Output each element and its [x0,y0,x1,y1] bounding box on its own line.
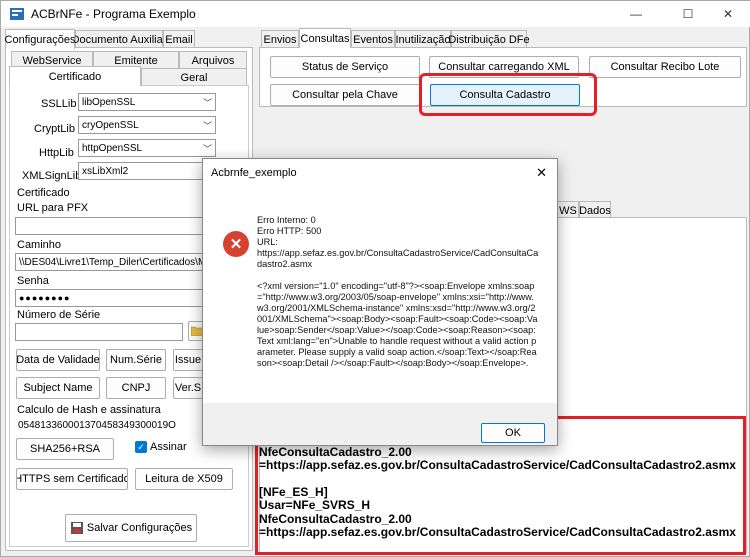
httplib-label: HttpLib [39,147,74,159]
tab-inutilizacao[interactable]: Inutilização [395,30,451,48]
assinar-label: Assinar [150,441,187,453]
tab-configuracoes[interactable]: Configurações [5,29,75,49]
dialog-title-bar: Acbrnfe_exemplo ✕ [203,159,557,187]
subtab-arquivos[interactable]: Arquivos [179,51,247,69]
salvar-configuracoes-button[interactable]: Salvar Configurações [65,514,197,542]
httplib-value: httpOpenSSL [82,142,143,154]
tab-documento-auxiliar[interactable]: Documento Auxiliar [72,30,166,48]
url-pfx-input[interactable] [15,217,205,235]
tab-envios[interactable]: Envios [261,30,299,48]
consultar-recibo-lote-button[interactable]: Consultar Recibo Lote [589,56,741,78]
ssllib-label: SSLLib [41,98,77,110]
tab-consultas[interactable]: Consultas [299,28,351,48]
main-window: ACBrNFe - Programa Exemplo — ☐ ✕ Configu… [0,0,750,557]
certificado-group-label: Certificado [17,187,70,199]
error-dialog: Acbrnfe_exemplo ✕ ✕ Erro Interno: 0 Erro… [202,158,558,446]
hash-value: 054813360001370458349300019O [18,419,176,431]
title-bar: ACBrNFe - Programa Exemplo — ☐ ✕ [1,1,750,27]
minimize-button[interactable]: — [613,1,659,27]
caminho-label: Caminho [17,239,62,251]
chevron-down-icon: ﹀ [202,98,212,108]
dialog-message: Erro Interno: 0 Erro HTTP: 500 URL: http… [257,215,539,368]
cryptlib-label: CryptLib [34,123,75,135]
ssllib-value: libOpenSSL [82,96,136,108]
status-servico-button[interactable]: Status de Serviço [270,56,420,78]
app-icon [10,8,24,20]
tab-distribuicao-dfe[interactable]: Distribuição DFe [448,30,530,48]
numero-serie-label: Número de Série [17,309,101,321]
cnpj-button[interactable]: CNPJ [106,377,166,399]
leitura-x509-button[interactable]: Leitura de X509 [135,468,233,490]
url-pfx-label: URL para PFX [17,202,89,214]
chevron-down-icon: ﹀ [202,121,212,131]
subtab-certificado[interactable]: Certificado [9,66,141,86]
cryptlib-select[interactable]: cryOpenSSL ﹀ [78,116,216,134]
xmlsignlib-select[interactable]: xsLibXml2 [78,162,216,180]
senha-label: Senha [17,275,49,287]
ver-button[interactable]: Ver.S [173,377,203,399]
tab-eventos[interactable]: Eventos [351,30,395,48]
tab-email[interactable]: Email [163,30,195,48]
sha256-rsa-button[interactable]: SHA256+RSA [16,438,114,460]
subtab-geral[interactable]: Geral [141,68,247,86]
dialog-body: ✕ Erro Interno: 0 Erro HTTP: 500 URL: ht… [203,187,557,403]
save-icon [70,522,83,534]
error-icon: ✕ [223,231,249,257]
xmlsignlib-label: XMLSignLib [22,170,82,182]
numero-serie-input[interactable] [15,323,183,341]
ssllib-select[interactable]: libOpenSSL ﹀ [78,93,216,111]
highlight-consulta-cadastro [419,73,597,116]
caminho-input[interactable]: \\DES04\Livre1\Temp_Diler\Certificados\M… [15,253,205,271]
dialog-close-button[interactable]: ✕ [536,165,547,181]
senha-input[interactable]: ●●●●●●●● [15,289,205,307]
chevron-down-icon: ﹀ [202,144,212,154]
window-title: ACBrNFe - Programa Exemplo [31,7,196,21]
assinar-checkbox[interactable]: ✓ [135,441,147,453]
cryptlib-value: cryOpenSSL [82,119,139,131]
dialog-title: Acbrnfe_exemplo [211,167,297,179]
xmlsignlib-value: xsLibXml2 [82,165,129,177]
close-button[interactable]: ✕ [705,1,750,27]
httplib-select[interactable]: httpOpenSSL ﹀ [78,139,216,157]
num-serie-button[interactable]: Num.Série [106,349,166,371]
issuer-button[interactable]: Issue [173,349,203,371]
hash-group-label: Calculo de Hash e assinatura [17,404,161,416]
consultar-chave-button[interactable]: Consultar pela Chave [270,84,420,106]
ok-button[interactable]: OK [481,423,545,443]
salvar-label: Salvar Configurações [86,522,193,534]
data-validade-button[interactable]: Data de Validade [16,349,100,371]
https-sem-certificado-button[interactable]: HTTPS sem Certificado [16,468,128,490]
subject-name-button[interactable]: Subject Name [16,377,100,399]
